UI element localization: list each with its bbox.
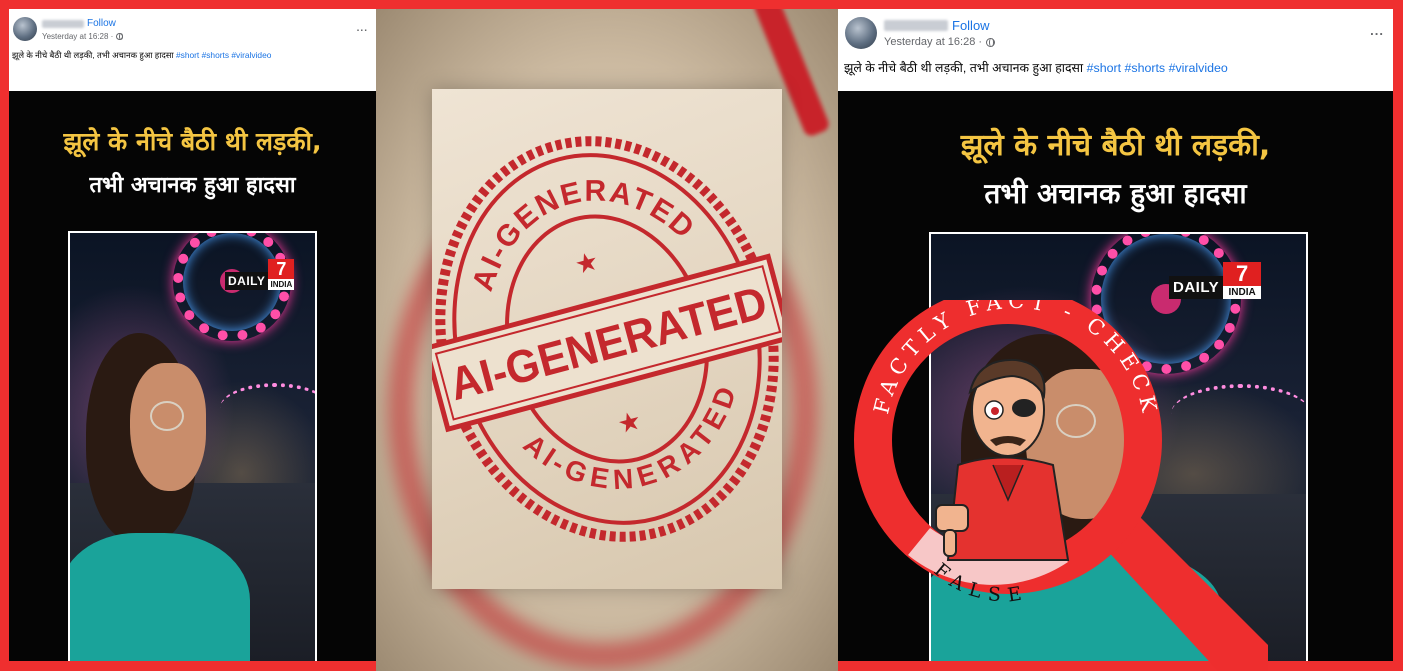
caption-text: झूले के नीचे बैठी थी लड़की, तभी अचानक हु… (12, 50, 174, 60)
follow-button[interactable]: Follow (87, 18, 116, 29)
caption-text: झूले के नीचे बैठी थी लड़की, तभी अचानक हु… (844, 61, 1084, 75)
ai-generated-stamp-image: AI-GENERATED AI-GENERATED ★ ★ AI-GENERAT… (376, 9, 838, 671)
author-avatar[interactable] (845, 17, 877, 49)
more-options-button[interactable]: ... (1370, 23, 1384, 38)
follow-button[interactable]: Follow (952, 18, 990, 33)
daily7india-logo: DAILY 7 INDIA (225, 259, 295, 290)
globe-icon (116, 33, 124, 40)
fair-lights (220, 383, 315, 433)
logo-seven: 7 (1223, 262, 1262, 286)
star-icon: ★ (572, 246, 602, 281)
facebook-post-left: Follow Yesterday at 16:28 · ... झूले के … (9, 9, 376, 661)
caption-hashtags[interactable]: #short #shorts #viralvideo (1087, 61, 1228, 75)
stamp-arc-top-text: AI-GENERATED (446, 147, 706, 302)
globe-icon (986, 37, 996, 47)
video-headline-line2: तभी अचानक हुआ हादसा (89, 173, 296, 198)
eye-patch-icon (1012, 399, 1036, 417)
video-headline-line2: तभी अचानक हुआ हादसा (984, 177, 1247, 210)
video-headline-line1: झूले के नीचे बैठी थी लड़की, (960, 128, 1271, 163)
post-timestamp[interactable]: Yesterday at 16:28 · (42, 32, 113, 41)
author-name-blurred[interactable] (884, 20, 948, 31)
author-avatar[interactable] (13, 17, 37, 41)
logo-daily: DAILY (225, 272, 269, 290)
post-timestamp[interactable]: Yesterday at 16:28 · (884, 36, 982, 48)
author-block: Follow Yesterday at 16:28 · (884, 17, 996, 48)
logo-india: INDIA (268, 279, 295, 290)
stamp-graphic: AI-GENERATED AI-GENERATED ★ ★ AI-GENERAT… (432, 136, 782, 542)
paper-sheet: AI-GENERATED AI-GENERATED ★ ★ AI-GENERAT… (432, 89, 782, 589)
author-name-blurred[interactable] (42, 19, 84, 28)
woman-top (70, 533, 250, 661)
thumbs-down-icon (935, 504, 969, 532)
post-caption: झूले के नीचे बैठी थी लड़की, तभी अचानक हु… (9, 41, 376, 61)
fact-checker-mascot (935, 358, 1070, 561)
author-block: Follow Yesterday at 16:28 · (42, 17, 124, 41)
caption-hashtags[interactable]: #short #shorts #viralvideo (176, 50, 271, 60)
video-headline-line1: झूले के नीचे बैठी थी लड़की, (63, 127, 322, 156)
daily7india-logo: DAILY 7 INDIA (1169, 262, 1262, 299)
post-header: Follow Yesterday at 16:28 · ... (838, 9, 1393, 49)
video-player[interactable]: झूले के नीचे बैठी थी लड़की, तभी अचानक हु… (9, 91, 376, 661)
logo-daily: DAILY (1169, 276, 1224, 299)
star-icon: ★ (614, 406, 644, 441)
post-header: Follow Yesterday at 16:28 · ... (9, 9, 376, 41)
video-frame: DAILY 7 INDIA (68, 231, 317, 661)
post-caption: झूले के नीचे बैठी थी लड़की, तभी अचानक हु… (838, 49, 1393, 76)
logo-india: INDIA (1223, 286, 1262, 299)
woman-glasses (150, 401, 184, 431)
collage-frame: Follow Yesterday at 16:28 · ... झूले के … (0, 0, 1403, 671)
more-options-button[interactable]: ... (357, 23, 368, 34)
logo-seven: 7 (268, 259, 295, 279)
factly-fact-check-badge: FACTLY FACT - CHECK FALSE (854, 300, 1268, 671)
